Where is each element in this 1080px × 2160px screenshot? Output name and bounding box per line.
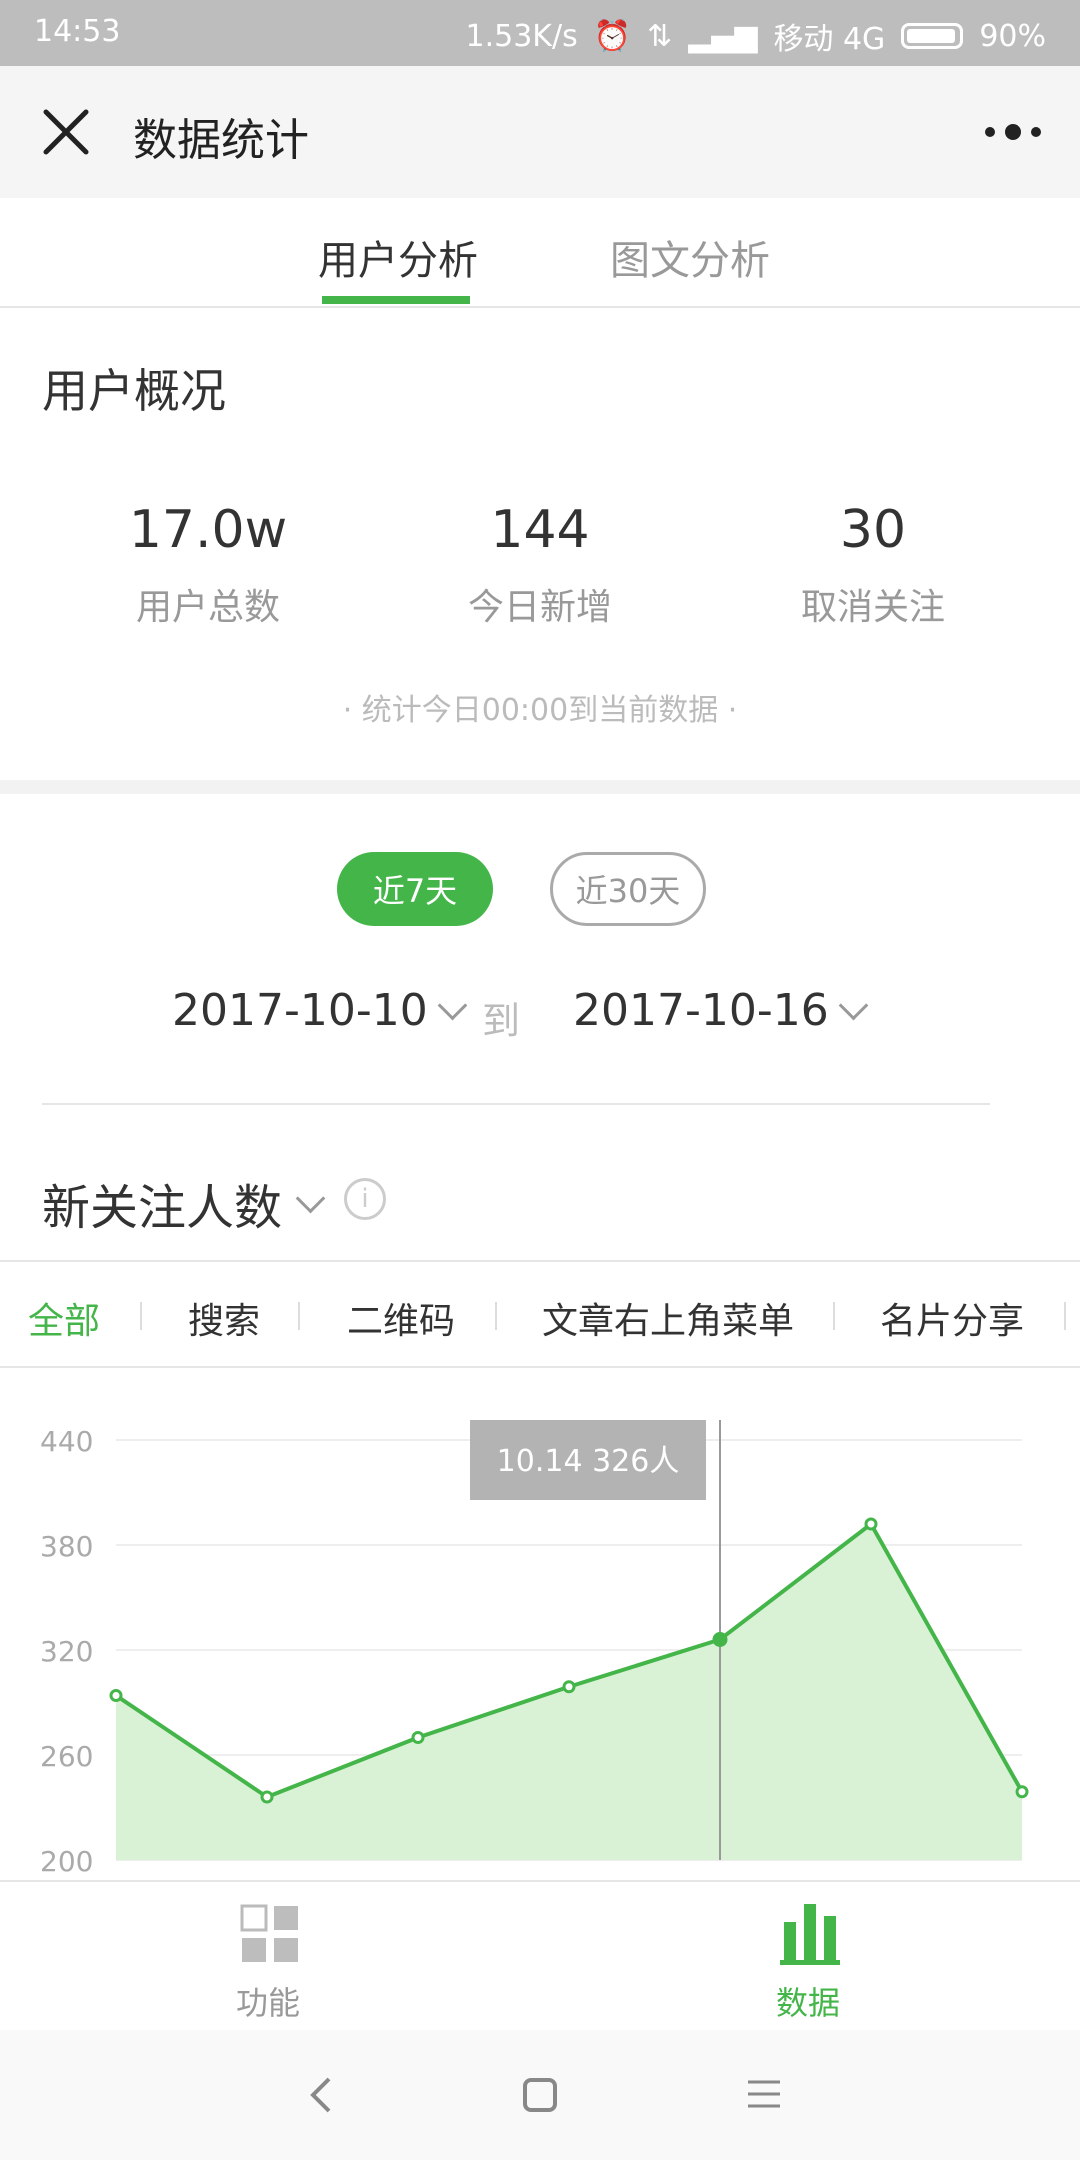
back-icon[interactable] bbox=[305, 2075, 335, 2115]
range-7-days-button[interactable]: 近7天 bbox=[337, 852, 493, 926]
info-icon[interactable]: i bbox=[344, 1178, 386, 1220]
tab-user-analysis[interactable]: 用户分析 bbox=[318, 228, 478, 286]
close-icon[interactable] bbox=[42, 108, 90, 156]
data-transfer-icon: ⇅ bbox=[647, 18, 673, 54]
filter-article-menu[interactable]: 文章右上角菜单 bbox=[542, 1292, 794, 1344]
new-followers-chart[interactable]: 440 380 320 260 200 10.14 326人 bbox=[0, 1370, 1080, 1880]
data-point[interactable] bbox=[712, 1632, 728, 1647]
active-tab-indicator bbox=[322, 296, 470, 304]
stat-unfollow-label: 取消关注 bbox=[800, 587, 945, 628]
alarm-icon: ⏰ bbox=[593, 18, 632, 54]
status-time: 14:53 bbox=[34, 14, 121, 49]
y-tick-label: 380 bbox=[40, 1530, 93, 1563]
stat-new-today-value: 144 bbox=[490, 500, 590, 560]
more-icon[interactable] bbox=[984, 122, 1042, 142]
end-date-picker[interactable]: 2017-10-16 bbox=[573, 985, 869, 1036]
filter-divider bbox=[298, 1302, 300, 1330]
date-to-label: 到 bbox=[482, 999, 521, 1043]
y-tick-label: 440 bbox=[40, 1425, 93, 1458]
filter-all[interactable]: 全部 bbox=[28, 1292, 100, 1344]
y-tick-label: 320 bbox=[40, 1635, 93, 1668]
filter-qrcode[interactable]: 二维码 bbox=[347, 1292, 455, 1344]
signal-icon: ▂▄▆ bbox=[688, 18, 758, 54]
grid-icon bbox=[240, 1904, 298, 1962]
end-date: 2017-10-16 bbox=[573, 985, 829, 1036]
battery-icon bbox=[901, 23, 964, 49]
bar-chart-icon bbox=[780, 1904, 840, 1965]
metric-selector[interactable]: 新关注人数 bbox=[42, 1168, 326, 1238]
section-divider bbox=[0, 780, 1080, 794]
data-point[interactable] bbox=[411, 1731, 425, 1744]
data-point[interactable] bbox=[864, 1517, 878, 1531]
system-nav-bar bbox=[0, 2030, 1080, 2160]
filter-card-share[interactable]: 名片分享 bbox=[880, 1292, 1024, 1344]
tooltip-text: 10.14 326人 bbox=[497, 1444, 680, 1479]
chevron-down-icon bbox=[838, 990, 869, 1021]
stat-total-users-value: 17.0w bbox=[128, 500, 288, 560]
start-date: 2017-10-10 bbox=[172, 985, 428, 1036]
bottom-nav: 功能 数据 bbox=[0, 1880, 1080, 2030]
tab-article-analysis[interactable]: 图文分析 bbox=[610, 228, 770, 286]
start-date-picker[interactable]: 2017-10-10 bbox=[172, 985, 468, 1036]
range-30-days-button[interactable]: 近30天 bbox=[550, 852, 706, 926]
stat-unfollow-value: 30 bbox=[839, 500, 907, 560]
nav-data[interactable]: 数据 bbox=[740, 1882, 880, 2032]
filter-divider bbox=[833, 1302, 835, 1330]
y-tick-label: 260 bbox=[40, 1740, 93, 1773]
source-filter-bar: 全部 搜索 二维码 文章右上角菜单 名片分享 bbox=[0, 1260, 1080, 1368]
nav-features-label: 功能 bbox=[236, 1984, 301, 2022]
y-tick-label: 200 bbox=[40, 1845, 93, 1878]
data-point[interactable] bbox=[109, 1689, 123, 1702]
chevron-down-icon bbox=[295, 1183, 326, 1213]
nav-data-label: 数据 bbox=[776, 1984, 841, 2022]
carrier: 移动 4G bbox=[773, 22, 886, 57]
metric-title: 新关注人数 bbox=[42, 1180, 283, 1236]
filter-divider bbox=[140, 1302, 142, 1330]
data-point[interactable] bbox=[562, 1680, 576, 1694]
chevron-down-icon bbox=[437, 990, 468, 1021]
menu-icon[interactable] bbox=[746, 2078, 782, 2110]
nav-features[interactable]: 功能 bbox=[200, 1882, 340, 2032]
date-divider bbox=[42, 1103, 990, 1105]
status-bar: 14:53 1.53K/s ⏰ ⇅ ▂▄▆ 移动 4G 90% bbox=[0, 0, 1080, 66]
data-point[interactable] bbox=[260, 1790, 274, 1804]
status-right: 1.53K/s ⏰ ⇅ ▂▄▆ 移动 4G 90% bbox=[466, 14, 1047, 58]
network-speed: 1.53K/s bbox=[465, 18, 578, 54]
home-icon[interactable] bbox=[522, 2077, 558, 2113]
battery-percent: 90% bbox=[979, 18, 1046, 54]
stat-total-users-label: 用户总数 bbox=[135, 587, 280, 628]
overview-title: 用户概况 bbox=[42, 364, 226, 418]
tab-bar: 用户分析 图文分析 bbox=[0, 198, 1080, 308]
data-point[interactable] bbox=[1015, 1785, 1029, 1799]
page-title: 数据统计 bbox=[133, 115, 309, 166]
stat-new-today-label: 今日新增 bbox=[467, 587, 612, 628]
title-bar: 数据统计 bbox=[0, 66, 1080, 198]
filter-search[interactable]: 搜索 bbox=[188, 1292, 260, 1344]
filter-divider bbox=[1064, 1302, 1066, 1330]
overview-note: · 统计今日00:00到当前数据 · bbox=[342, 693, 738, 728]
filter-divider bbox=[495, 1302, 497, 1330]
